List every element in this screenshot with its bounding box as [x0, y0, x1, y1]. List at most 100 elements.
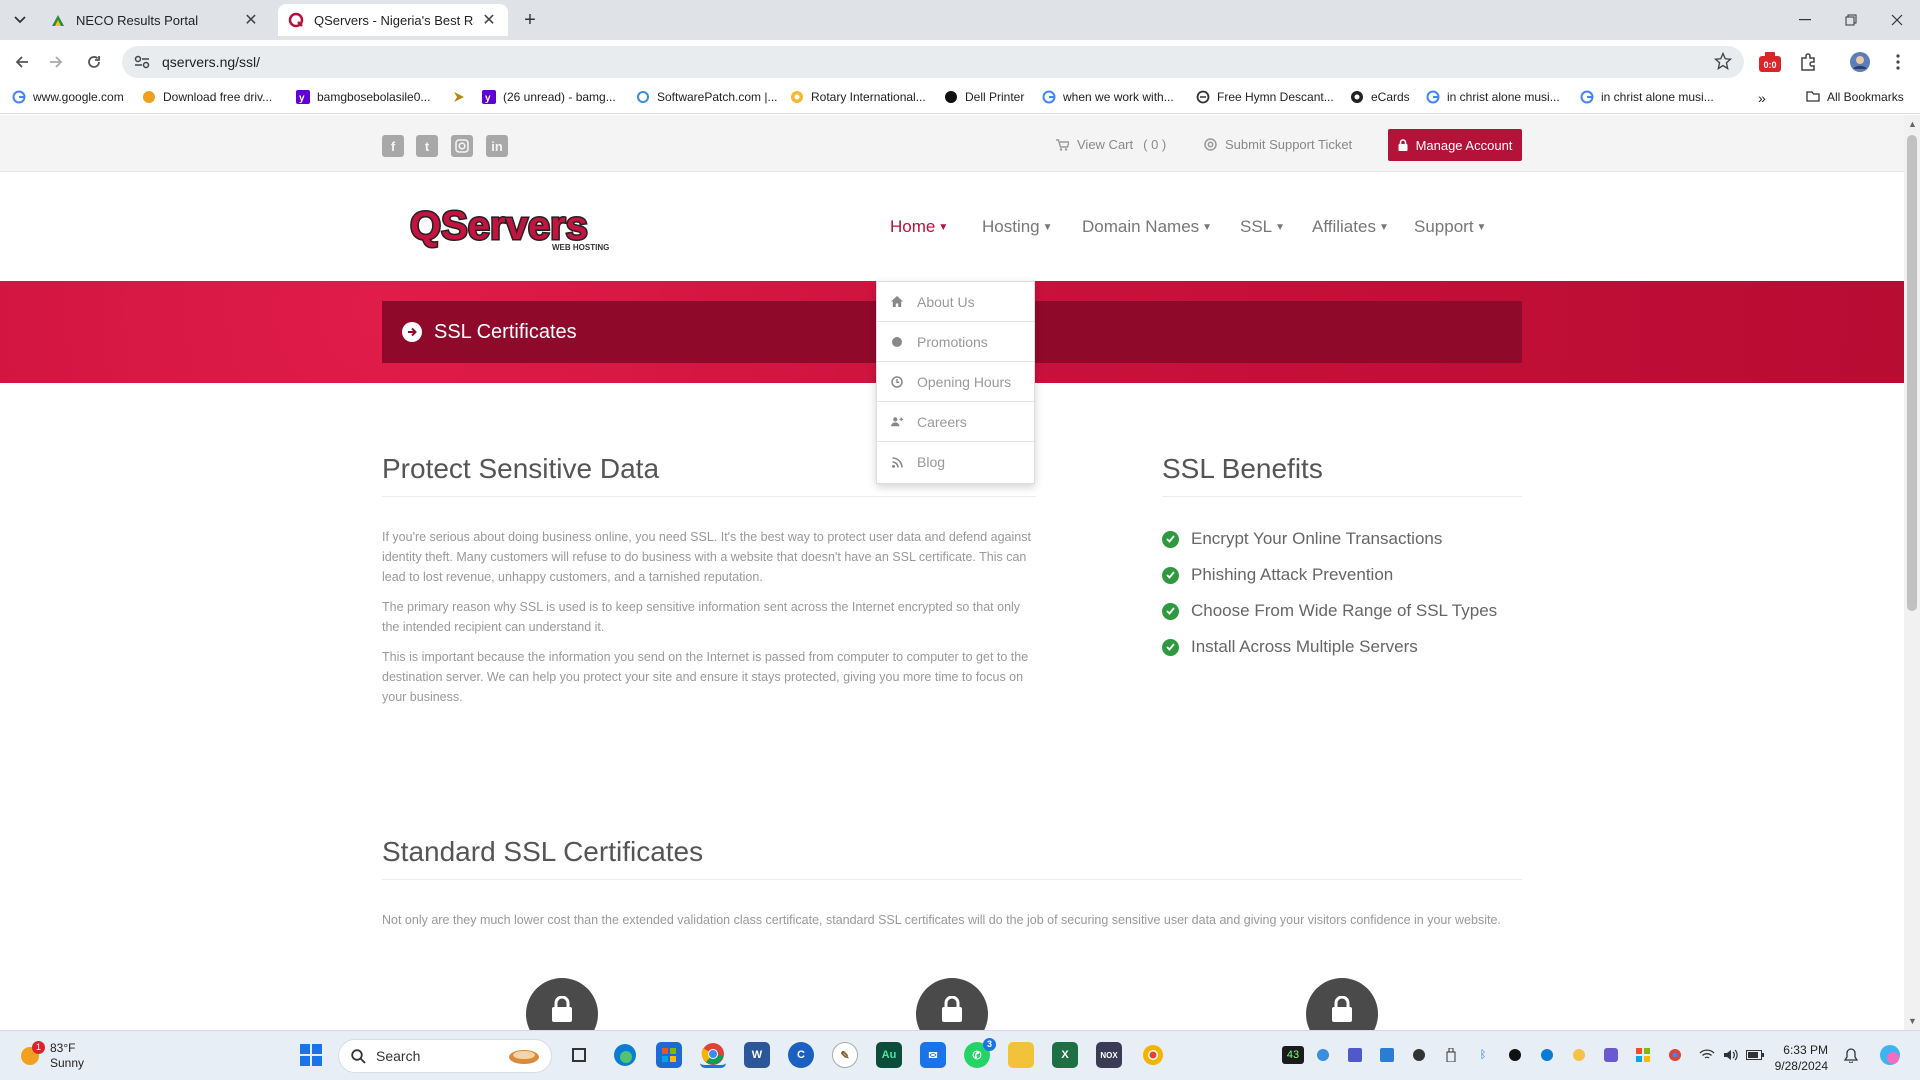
submit-ticket-link[interactable]: Submit Support Ticket [1204, 137, 1352, 152]
tray-app-icon[interactable] [1378, 1046, 1396, 1064]
bookmark-item[interactable]: eCards [1350, 90, 1410, 104]
scrollbar-thumb[interactable] [1907, 135, 1917, 611]
clock-time: 6:33 PM [1783, 1043, 1828, 1057]
qservers-logo[interactable]: QServers QServers WEB HOSTING [408, 203, 624, 253]
search-highlight-icon [507, 1047, 541, 1065]
store-icon[interactable] [656, 1042, 682, 1068]
close-tab-icon[interactable]: ✕ [242, 11, 260, 29]
tab-qservers[interactable]: QServers - Nigeria's Best Rated ✕ [278, 4, 508, 36]
close-tab-icon[interactable]: ✕ [480, 11, 498, 29]
bookmark-item[interactable]: in christ alone musi... [1426, 90, 1560, 104]
wifi-icon[interactable] [1698, 1046, 1716, 1064]
twitter-icon[interactable]: t [416, 135, 438, 157]
weather-widget[interactable]: 1 83°F Sunny [18, 1041, 84, 1071]
divider [382, 879, 1522, 880]
bookmark-item[interactable] [452, 90, 473, 104]
linkedin-icon[interactable]: in [486, 135, 508, 157]
bluetooth-icon[interactable]: ᛒ [1474, 1046, 1492, 1064]
close-window-icon[interactable] [1874, 0, 1920, 40]
tray-app-icon[interactable] [1634, 1046, 1652, 1064]
system-clock[interactable]: 6:33 PM 9/28/2024 [1770, 1042, 1828, 1074]
teams-icon[interactable] [1346, 1046, 1364, 1064]
edge-tray-icon[interactable] [1538, 1046, 1556, 1064]
scroll-up-icon[interactable]: ▲ [1908, 119, 1917, 129]
profile-avatar[interactable] [1848, 50, 1872, 74]
extension-counter-icon[interactable]: 0:0 [1758, 50, 1782, 74]
bookmark-item[interactable]: Free Hymn Descant... [1196, 90, 1334, 104]
nav-hosting[interactable]: Hosting ▼ [982, 217, 1053, 237]
bookmark-item[interactable]: Rotary International... [790, 90, 926, 104]
instagram-icon[interactable] [451, 135, 473, 157]
site-settings-icon[interactable] [128, 55, 156, 69]
tray-app-icon[interactable] [1410, 1046, 1428, 1064]
browser-menu-icon[interactable] [1886, 50, 1910, 74]
more-bookmarks-icon[interactable]: » [1758, 90, 1766, 106]
file-explorer-icon[interactable] [1008, 1042, 1034, 1068]
chrome-tray-icon[interactable] [1666, 1046, 1684, 1064]
nav-home[interactable]: Home ▼ [890, 217, 948, 237]
task-view-icon[interactable] [566, 1042, 592, 1068]
app-icon[interactable]: ✎ [832, 1042, 858, 1068]
manage-account-button[interactable]: Manage Account [1388, 129, 1522, 161]
whatsapp-icon[interactable]: ✆ 3 [964, 1038, 996, 1068]
forward-arrow-icon[interactable] [44, 50, 68, 74]
audition-icon[interactable]: Au [876, 1042, 902, 1068]
extensions-puzzle-icon[interactable] [1796, 50, 1820, 74]
page-scrollbar[interactable]: ▲ ▼ [1904, 115, 1920, 1030]
tray-app-icon[interactable] [1506, 1046, 1524, 1064]
tray-badge[interactable]: 43 [1282, 1046, 1304, 1064]
nav-support[interactable]: Support ▼ [1414, 217, 1486, 237]
notifications-bell-icon[interactable] [1842, 1046, 1860, 1064]
chrome-icon[interactable] [700, 1042, 726, 1068]
lock-icon [1306, 978, 1378, 1030]
battery-icon[interactable] [1746, 1046, 1764, 1064]
benefit-item: Encrypt Your Online Transactions [1162, 529, 1442, 549]
chrome-variant-icon[interactable] [1140, 1042, 1166, 1068]
restore-icon[interactable] [1828, 0, 1874, 40]
bookmark-item[interactable]: Dell Printer [944, 90, 1024, 104]
menu-item-promotions[interactable]: Promotions [877, 322, 1034, 362]
new-tab-button[interactable]: + [518, 8, 542, 32]
mail-icon[interactable]: ✉ [920, 1042, 946, 1068]
bookmark-item[interactable]: when we work with... [1042, 90, 1174, 104]
nav-ssl[interactable]: SSL ▼ [1240, 217, 1285, 237]
all-bookmarks-folder[interactable]: All Bookmarks [1806, 90, 1904, 104]
bookmark-item[interactable]: SoftwarePatch.com |... [636, 90, 778, 104]
view-cart-link[interactable]: View Cart ( 0 ) [1056, 137, 1166, 152]
app-icon[interactable]: NOX [1096, 1042, 1122, 1068]
url-text[interactable]: qservers.ng/ssl/ [162, 54, 260, 70]
bookmark-item[interactable]: www.google.com [12, 90, 124, 104]
bookmark-item[interactable]: y bamgbosebolasile0... [296, 90, 430, 104]
tab-search-button[interactable] [8, 8, 32, 32]
address-bar[interactable]: qservers.ng/ssl/ [122, 46, 1744, 78]
usb-icon[interactable] [1442, 1046, 1460, 1064]
back-arrow-icon[interactable] [10, 50, 34, 74]
bookmark-item[interactable]: in christ alone musi... [1580, 90, 1714, 104]
tray-app-icon[interactable] [1314, 1046, 1332, 1064]
menu-item-careers[interactable]: Careers [877, 402, 1034, 442]
tray-app-icon[interactable] [1570, 1046, 1588, 1064]
menu-item-opening-hours[interactable]: Opening Hours [877, 362, 1034, 402]
edge-icon[interactable] [612, 1042, 638, 1068]
nav-domain-names[interactable]: Domain Names ▼ [1082, 217, 1212, 237]
excel-icon[interactable]: X [1052, 1042, 1078, 1068]
scroll-down-icon[interactable]: ▼ [1908, 1016, 1917, 1026]
word-icon[interactable]: W [744, 1042, 770, 1068]
windows-start-icon[interactable] [298, 1042, 324, 1068]
copilot-tray-icon[interactable] [1878, 1043, 1902, 1067]
bookmark-star-icon[interactable] [1714, 52, 1732, 70]
menu-item-about-us[interactable]: About Us [877, 282, 1034, 322]
tab-neco-results[interactable]: NECO Results Portal ✕ [40, 4, 270, 36]
bookmark-item[interactable]: Download free driv... [142, 90, 272, 104]
menu-item-blog[interactable]: Blog [877, 442, 1034, 482]
reload-icon[interactable] [82, 50, 106, 74]
minimize-icon[interactable] [1782, 0, 1828, 40]
bookmark-item[interactable]: y (26 unread) - bamg... [482, 90, 616, 104]
nav-affiliates[interactable]: Affiliates ▼ [1312, 217, 1389, 237]
facebook-icon[interactable]: f [382, 135, 404, 157]
tray-app-icon[interactable] [1602, 1046, 1620, 1064]
standard-ssl-description: Not only are they much lower cost than t… [382, 913, 1501, 927]
taskbar-search[interactable]: Search [338, 1039, 552, 1073]
copilot-icon[interactable]: C [788, 1042, 814, 1068]
volume-icon[interactable] [1722, 1046, 1740, 1064]
